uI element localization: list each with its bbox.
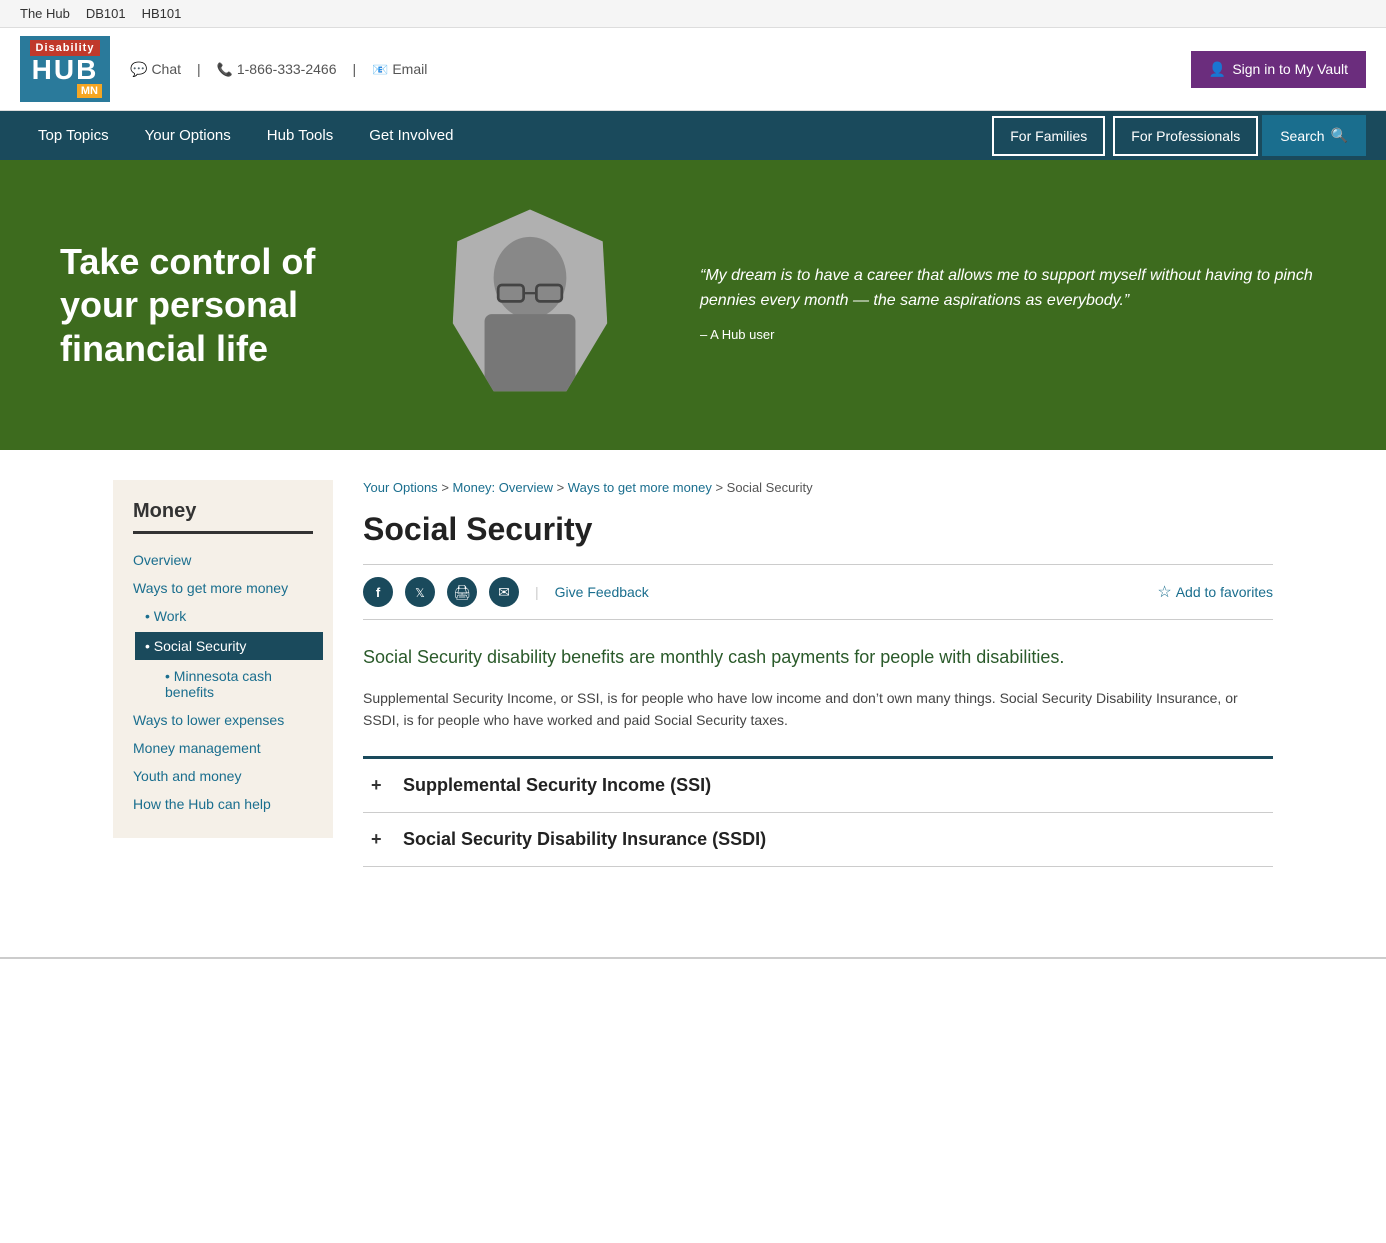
twitter-icon (415, 585, 425, 600)
sidebar-title: Money (133, 500, 313, 534)
nav-your-options[interactable]: Your Options (127, 111, 249, 160)
actions-bar: | Give Feedback Add to favorites (363, 564, 1273, 620)
print-icon (453, 584, 471, 601)
for-professionals-button[interactable]: For Professionals (1113, 116, 1258, 156)
main-content: Your Options > Money: Overview > Ways to… (363, 480, 1273, 867)
give-feedback-link[interactable]: Give Feedback (555, 584, 649, 600)
quote-cite: – A Hub user (700, 327, 774, 342)
sidebar-item-ways-lower[interactable]: Ways to lower expenses (133, 706, 313, 734)
logo-mn-text: MN (77, 84, 102, 98)
phone-link[interactable]: 1-866-333-2466 (217, 61, 337, 78)
accordion: + Supplemental Security Income (SSI) + S… (363, 756, 1273, 867)
sidebar-item-ways-more-money[interactable]: Ways to get more money (133, 574, 313, 602)
sidebar-item-youth[interactable]: Youth and money (133, 762, 313, 790)
topbar-link-hb101[interactable]: HB101 (142, 6, 182, 21)
hero-image-area (400, 205, 660, 405)
twitter-button[interactable] (405, 577, 435, 607)
accordion-item-ssdi: + Social Security Disability Insurance (… (363, 813, 1273, 867)
action-separator: | (535, 584, 539, 600)
accordion-title-ssdi: Social Security Disability Insurance (SS… (403, 829, 766, 850)
hero-text: Take control of your personal financial … (60, 240, 400, 370)
breadcrumb: Your Options > Money: Overview > Ways to… (363, 480, 1273, 495)
footer-line (0, 957, 1386, 959)
search-icon (1331, 127, 1348, 144)
sidebar-item-hub-help[interactable]: How the Hub can help (133, 790, 313, 818)
accordion-plus-ssdi: + (371, 829, 391, 850)
sidebar: Money Overview Ways to get more money • … (113, 480, 333, 838)
site-header: Disability HUB MN Chat | 1-866-333-2466 … (0, 28, 1386, 111)
quote-text: “My dream is to have a career that allow… (700, 263, 1326, 314)
sidebar-item-overview[interactable]: Overview (133, 546, 313, 574)
sidebar-item-social-security[interactable]: • Social Security (135, 632, 323, 660)
sidebar-item-money-mgmt[interactable]: Money management (133, 734, 313, 762)
add-favorites-button[interactable]: Add to favorites (1157, 582, 1273, 602)
email-contact-icon (372, 61, 388, 78)
logo-hub-text: HUB (32, 56, 99, 84)
breadcrumb-money-overview[interactable]: Money: Overview (453, 480, 553, 495)
breadcrumb-your-options[interactable]: Your Options (363, 480, 438, 495)
star-icon (1157, 582, 1171, 602)
breadcrumb-current: Social Security (727, 480, 813, 495)
intro-text: Social Security disability benefits are … (363, 644, 1273, 671)
user-icon (1209, 61, 1226, 78)
email-link[interactable]: Email (372, 61, 427, 78)
top-bar: The Hub DB101 HB101 (0, 0, 1386, 28)
signin-button[interactable]: Sign in to My Vault (1191, 51, 1366, 88)
email-share-icon (498, 584, 510, 601)
chat-link[interactable]: Chat (130, 61, 181, 78)
separator-1: | (197, 61, 201, 77)
accordion-item-ssi: + Supplemental Security Income (SSI) (363, 759, 1273, 813)
accordion-plus-ssi: + (371, 775, 391, 796)
print-button[interactable] (447, 577, 477, 607)
for-families-button[interactable]: For Families (992, 116, 1105, 156)
breadcrumb-ways-more-money[interactable]: Ways to get more money (568, 480, 712, 495)
topbar-link-db101[interactable]: DB101 (86, 6, 126, 21)
page-title: Social Security (363, 511, 1273, 548)
content-area: Money Overview Ways to get more money • … (93, 450, 1293, 897)
chat-icon (130, 61, 147, 78)
hero-portrait (440, 205, 620, 405)
search-button[interactable]: Search (1262, 115, 1366, 156)
accordion-title-ssi: Supplemental Security Income (SSI) (403, 775, 711, 796)
contact-bar: Chat | 1-866-333-2466 | Email (130, 61, 1171, 78)
sidebar-item-work[interactable]: • Work (145, 602, 313, 630)
accordion-header-ssi[interactable]: + Supplemental Security Income (SSI) (363, 759, 1273, 812)
nav-top-topics[interactable]: Top Topics (20, 111, 127, 160)
separator-2: | (352, 61, 356, 77)
nav-get-involved[interactable]: Get Involved (351, 111, 471, 160)
hero-headline: Take control of your personal financial … (60, 240, 400, 370)
email-share-button[interactable] (489, 577, 519, 607)
hero-quote: “My dream is to have a career that allow… (660, 263, 1326, 348)
sidebar-item-mn-cash[interactable]: • Minnesota cash benefits (165, 662, 313, 706)
main-nav: Top Topics Your Options Hub Tools Get In… (0, 111, 1386, 160)
topbar-link-hub[interactable]: The Hub (20, 6, 70, 21)
accordion-header-ssdi[interactable]: + Social Security Disability Insurance (… (363, 813, 1273, 866)
nav-hub-tools[interactable]: Hub Tools (249, 111, 351, 160)
facebook-button[interactable] (363, 577, 393, 607)
site-logo[interactable]: Disability HUB MN (20, 36, 110, 102)
hero-banner: Take control of your personal financial … (0, 160, 1386, 450)
phone-icon (217, 61, 233, 78)
facebook-icon (376, 585, 380, 600)
body-text: Supplemental Security Income, or SSI, is… (363, 687, 1273, 732)
